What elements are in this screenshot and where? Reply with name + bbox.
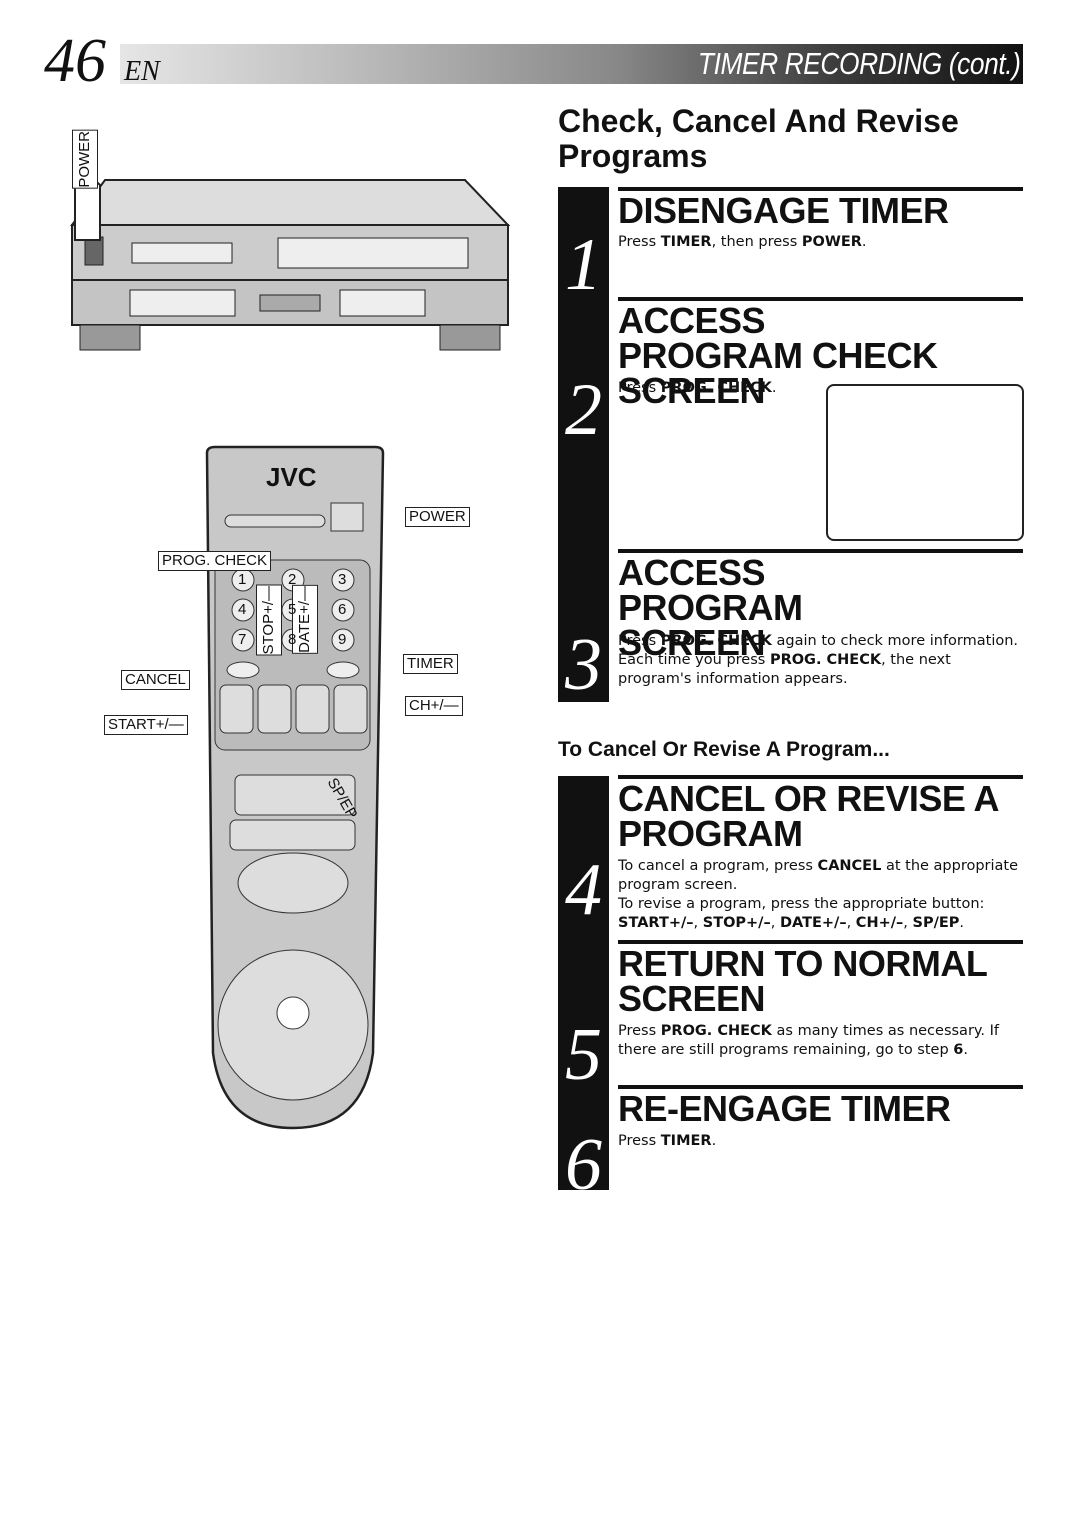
step-description: Press PROG. CHECK again to check more in… xyxy=(618,632,1023,689)
keypad-key: 5 xyxy=(288,601,297,618)
text: To cancel a program, press xyxy=(618,858,818,874)
keypad-key: 3 xyxy=(338,571,347,588)
step-heading: CANCEL OR REVISE A PROGRAM xyxy=(618,778,998,854)
keypad-key: 7 xyxy=(238,631,247,648)
step-description: Press TIMER, then press POWER. xyxy=(618,233,1023,252)
prog-check-label: PROG. CHECK xyxy=(158,551,272,571)
cancel-label: CANCEL xyxy=(121,670,190,690)
text: Press xyxy=(618,1023,661,1039)
emphasis-text: CH+/– xyxy=(855,915,904,931)
step-heading: DISENGAGE TIMER xyxy=(618,190,949,231)
step-description: Press TIMER. xyxy=(618,1132,1023,1151)
remote-illustration xyxy=(205,445,385,1130)
text: , xyxy=(846,915,856,931)
manual-page: 46 EN TIMER RECORDING (cont.) Check, Can… xyxy=(0,0,1080,1526)
emphasis-text: TIMER xyxy=(660,234,712,250)
text: , xyxy=(770,915,780,931)
step-number: 4 xyxy=(565,849,602,931)
power-label: POWER xyxy=(405,507,470,527)
emphasis-text: PROG. CHECK xyxy=(660,1023,772,1039)
keypad-key: 9 xyxy=(338,631,347,648)
emphasis-text: DATE+/– xyxy=(779,915,847,931)
step-heading: RETURN TO NORMAL SCREEN xyxy=(618,943,987,1019)
step-number: 1 xyxy=(565,224,602,306)
emphasis-text: TIMER xyxy=(660,1133,712,1149)
text: , xyxy=(903,915,913,931)
emphasis-text: CANCEL xyxy=(817,858,882,874)
timer-label: TIMER xyxy=(403,654,458,674)
text: Press xyxy=(618,1133,661,1149)
step-heading: RE-ENGAGE TIMER xyxy=(618,1088,951,1129)
emphasis-text: STOP+/– xyxy=(702,915,771,931)
text: . xyxy=(861,234,867,250)
keypad-key: 6 xyxy=(338,601,347,618)
text: To revise a program, press the appropria… xyxy=(618,896,985,912)
emphasis-text: PROG. CHECK xyxy=(660,633,772,649)
ch-label: CH+/— xyxy=(405,696,463,716)
step-number: 2 xyxy=(565,369,602,451)
keypad-key: 4 xyxy=(238,601,247,618)
text: . xyxy=(771,380,777,396)
text: , then press xyxy=(711,234,802,250)
emphasis-text: START+/– xyxy=(618,915,694,931)
step-description: Press PROG. CHECK. xyxy=(618,379,818,398)
page-title: Check, Cancel And Revise Programs xyxy=(558,103,959,174)
emphasis-text: POWER xyxy=(801,234,862,250)
start-label: START+/— xyxy=(104,715,188,735)
keypad-key: 2 xyxy=(288,571,297,588)
jvc-logo: JVC xyxy=(266,462,317,492)
vcr-illustration xyxy=(70,176,511,351)
text: . xyxy=(711,1133,717,1149)
emphasis-text: SP/EP xyxy=(912,915,960,931)
text: . xyxy=(959,915,965,931)
step-number: 5 xyxy=(565,1014,602,1096)
text: . xyxy=(963,1042,968,1058)
emphasis-text: PROG. CHECK xyxy=(660,380,772,396)
text: Press xyxy=(618,234,661,250)
section-title: TIMER RECORDING (cont.) xyxy=(697,46,1020,81)
emphasis-text: PROG. CHECK xyxy=(769,652,882,668)
step-description: Press PROG. CHECK as many times as neces… xyxy=(618,1022,1023,1060)
screen-display-placeholder xyxy=(826,384,1024,541)
subsection-title: To Cancel Or Revise A Program... xyxy=(558,738,890,761)
text: Press xyxy=(618,380,661,396)
text: , xyxy=(693,915,703,931)
page-language: EN xyxy=(124,56,160,87)
page-number: 46 xyxy=(44,27,106,95)
vcr-power-label: POWER xyxy=(72,130,98,189)
stop-label: STOP+/— xyxy=(256,585,282,656)
emphasis-text: 6 xyxy=(953,1042,964,1058)
step-description: To cancel a program, press CANCEL at the… xyxy=(618,857,1023,933)
text: Press xyxy=(618,633,661,649)
step-number: 6 xyxy=(565,1124,602,1206)
step-number: 3 xyxy=(565,624,602,706)
keypad-key: 8 xyxy=(288,631,297,648)
keypad-key: 1 xyxy=(238,571,247,588)
